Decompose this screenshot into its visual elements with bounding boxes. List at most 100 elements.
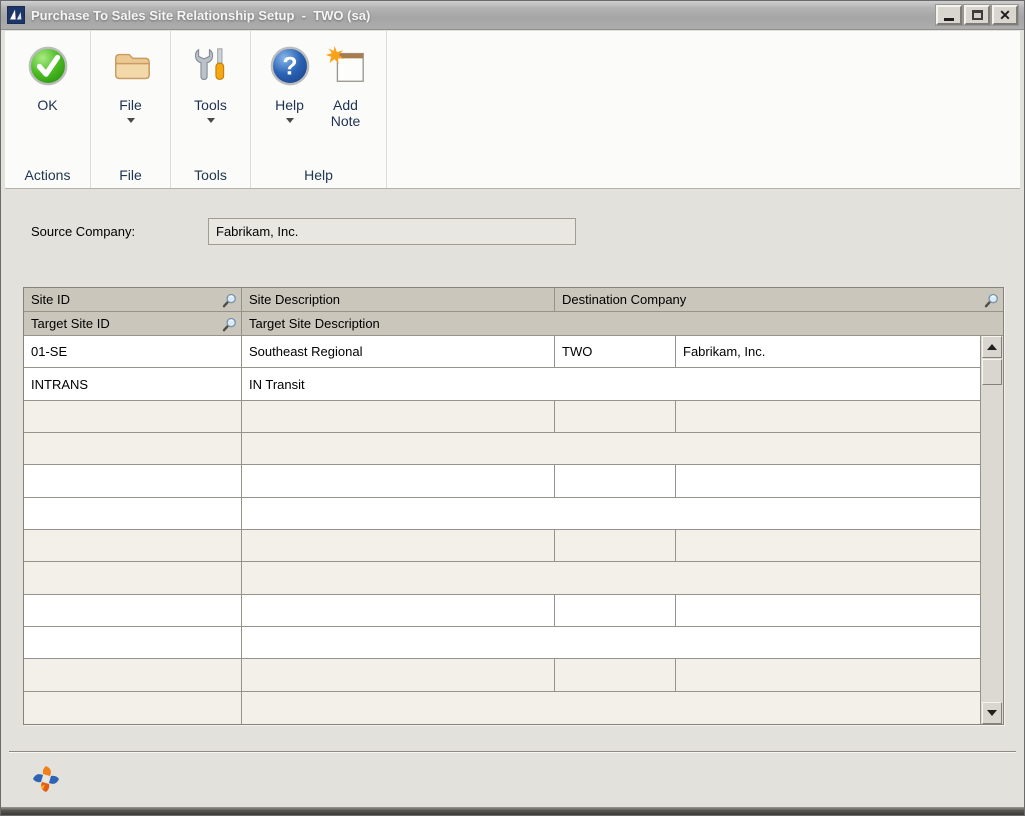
folder-icon [110, 45, 152, 87]
scroll-up-button[interactable] [982, 336, 1002, 358]
ribbon-group-actions: OK Actions [5, 31, 91, 188]
column-header-site-description: Site Description [242, 288, 555, 311]
ribbon-toolbar: OK Actions File File T [5, 31, 1020, 189]
grid-record-line2: INTRANS IN Transit [24, 368, 980, 400]
scroll-down-icon [987, 710, 997, 716]
cell-site-description[interactable] [242, 595, 555, 626]
grid-record-line1 [24, 659, 980, 692]
chevron-down-icon [127, 118, 135, 123]
grid-rows: 01-SE Southeast Regional TWO Fabrikam, I… [24, 336, 980, 724]
cell-destination-company-name[interactable] [676, 659, 980, 691]
cell-target-site-id[interactable]: INTRANS [24, 368, 242, 399]
titlebar[interactable]: Purchase To Sales Site Relationship Setu… [1, 1, 1024, 30]
magnifier-icon [222, 293, 237, 308]
cell-target-site-description[interactable] [242, 433, 980, 464]
grid-record-line1 [24, 595, 980, 627]
grid-header-row-2: Target Site ID Target Site Description [24, 312, 1003, 336]
cell-target-site-description[interactable] [242, 627, 980, 658]
window-controls: ✕ [936, 5, 1018, 25]
cell-destination-company-id[interactable] [555, 465, 676, 496]
site-id-lookup-button[interactable] [220, 291, 238, 309]
grid-record [24, 530, 980, 595]
dynamics-gp-pinwheel-icon [29, 762, 63, 796]
help-menu-button[interactable]: ? Help [265, 43, 315, 125]
grid-header-row-1: Site ID Site Description Destination Com… [24, 288, 1003, 312]
cell-target-site-description[interactable] [242, 692, 980, 724]
cell-target-site-id[interactable] [24, 433, 242, 464]
add-note-icon [325, 45, 367, 87]
scroll-down-button[interactable] [982, 702, 1002, 724]
ribbon-group-label-help: Help [251, 167, 386, 183]
cell-destination-company-name[interactable] [676, 530, 980, 561]
cell-site-description[interactable] [242, 530, 555, 561]
cell-destination-company-id[interactable] [555, 401, 676, 432]
target-site-id-lookup-button[interactable] [220, 315, 238, 333]
cell-site-id[interactable] [24, 595, 242, 626]
maximize-button[interactable] [964, 5, 990, 25]
cell-site-description[interactable] [242, 659, 555, 691]
cell-site-description[interactable]: Southeast Regional [242, 336, 555, 367]
file-menu-button[interactable]: File [106, 43, 156, 125]
cell-destination-company-name[interactable]: Fabrikam, Inc. [676, 336, 980, 367]
tools-menu-button[interactable]: Tools [186, 43, 236, 125]
add-note-button[interactable]: Add Note [319, 43, 373, 131]
scroll-up-icon [987, 344, 997, 350]
ok-button[interactable]: OK [23, 43, 73, 115]
cell-site-id[interactable] [24, 659, 242, 691]
magnifier-icon [222, 317, 237, 332]
source-company-field: Fabrikam, Inc. [208, 218, 576, 245]
column-header-target-site-id-label: Target Site ID [31, 316, 110, 331]
destination-company-lookup-button[interactable] [982, 291, 1000, 309]
tools-icon [190, 45, 232, 87]
grid-record-line2 [24, 433, 980, 465]
chevron-down-icon [207, 118, 215, 123]
svg-text:?: ? [282, 54, 297, 81]
cell-site-id[interactable] [24, 465, 242, 496]
help-menu-label: Help [275, 97, 304, 113]
scrollbar-thumb[interactable] [982, 359, 1002, 385]
cell-target-site-id[interactable] [24, 498, 242, 529]
grid-record-line1 [24, 401, 980, 433]
cell-target-site-description[interactable] [242, 498, 980, 529]
grid-record-line2 [24, 562, 980, 594]
column-header-site-description-label: Site Description [249, 292, 340, 307]
cell-destination-company-name[interactable] [676, 595, 980, 626]
vertical-scrollbar[interactable] [980, 336, 1003, 724]
cell-site-description[interactable] [242, 401, 555, 432]
ok-button-label: OK [37, 97, 57, 113]
grid-record-line2 [24, 627, 980, 659]
maximize-icon [972, 10, 983, 20]
file-menu-label: File [119, 97, 142, 113]
app-window: Purchase To Sales Site Relationship Setu… [0, 0, 1025, 816]
grid-record: 01-SE Southeast Regional TWO Fabrikam, I… [24, 336, 980, 401]
ribbon-group-file: File File [91, 31, 171, 188]
minimize-button[interactable] [936, 5, 962, 25]
cell-target-site-id[interactable] [24, 627, 242, 658]
cell-site-description[interactable] [242, 465, 555, 496]
cell-target-site-description[interactable] [242, 562, 980, 593]
chevron-down-icon [286, 118, 294, 123]
cell-site-id[interactable] [24, 401, 242, 432]
column-header-target-site-description: Target Site Description [242, 312, 1003, 335]
cell-target-site-id[interactable] [24, 692, 242, 724]
cell-destination-company-name[interactable] [676, 465, 980, 496]
cell-target-site-id[interactable] [24, 562, 242, 593]
column-header-site-id: Site ID [24, 288, 242, 311]
cell-destination-company-id[interactable]: TWO [555, 336, 676, 367]
cell-site-id[interactable]: 01-SE [24, 336, 242, 367]
cell-destination-company-id[interactable] [555, 530, 676, 561]
cell-destination-company-id[interactable] [555, 595, 676, 626]
dynamics-gp-app-icon [7, 6, 25, 24]
cell-destination-company-id[interactable] [555, 659, 676, 691]
window-bottom-frame [1, 807, 1024, 815]
grid-record-line2 [24, 498, 980, 530]
cell-site-id[interactable] [24, 530, 242, 561]
cell-target-site-description[interactable]: IN Transit [242, 368, 980, 399]
cell-destination-company-name[interactable] [676, 401, 980, 432]
statusbar-divider [9, 751, 1016, 753]
grid-record [24, 659, 980, 724]
close-button[interactable]: ✕ [992, 5, 1018, 25]
ribbon-group-tools: Tools Tools [171, 31, 251, 188]
ribbon-group-label-actions: Actions [5, 167, 90, 183]
window-content: Source Company: Fabrikam, Inc. Site ID [5, 190, 1020, 807]
